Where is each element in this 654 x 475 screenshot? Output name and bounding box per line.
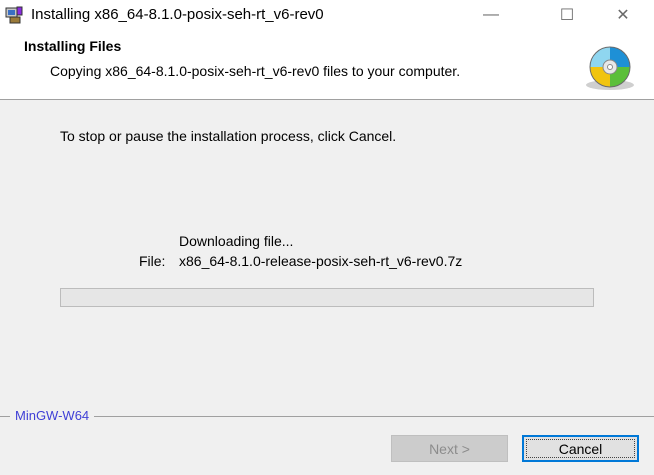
next-button-label: Next > <box>429 440 470 457</box>
window-title: Installing x86_64-8.1.0-posix-seh-rt_v6-… <box>31 6 324 23</box>
header-title: Installing Files <box>24 38 122 54</box>
brand-label: MinGW-W64 <box>10 408 95 423</box>
cd-disc-icon <box>586 46 634 90</box>
footer-divider <box>0 416 654 417</box>
focus-ring <box>526 439 635 458</box>
close-button[interactable]: ✕ <box>600 0 646 30</box>
minimize-icon: — <box>483 6 499 23</box>
maximize-icon: ☐ <box>559 7 575 24</box>
next-button[interactable]: Next > <box>391 435 508 462</box>
minimize-button[interactable]: — <box>468 0 514 30</box>
header-subtitle: Copying x86_64-8.1.0-posix-seh-rt_v6-rev… <box>50 63 461 79</box>
installer-app-icon <box>5 6 23 24</box>
title-bar: Installing x86_64-8.1.0-posix-seh-rt_v6-… <box>0 0 654 30</box>
file-label: File: <box>139 253 166 269</box>
download-status-text: Downloading file... <box>179 233 294 249</box>
cancel-button[interactable]: Cancel <box>522 435 639 462</box>
file-name-text: x86_64-8.1.0-release-posix-seh-rt_v6-rev… <box>179 253 463 269</box>
stop-instruction-text: To stop or pause the installation proces… <box>60 128 397 144</box>
progress-bar <box>60 288 594 307</box>
close-icon: ✕ <box>616 7 630 24</box>
wizard-header: Installing Files Copying x86_64-8.1.0-po… <box>0 30 654 100</box>
maximize-button[interactable]: ☐ <box>544 0 590 30</box>
